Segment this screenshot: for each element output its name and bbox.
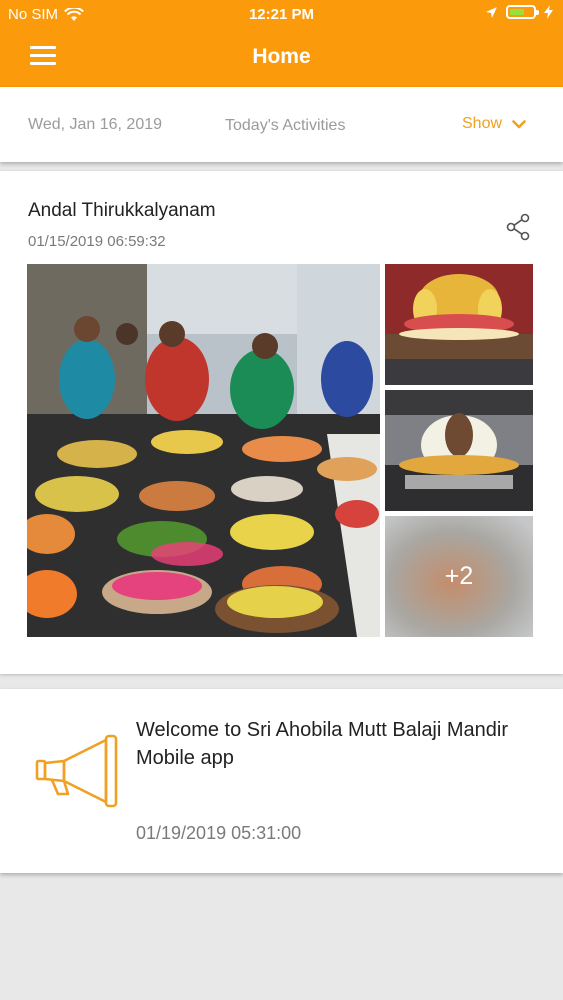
- post-timestamp: 01/15/2019 06:59:32: [28, 233, 166, 250]
- status-bar: No SIM 12:21 PM: [0, 0, 563, 30]
- page-title: Home: [252, 45, 311, 68]
- date-bar: Wed, Jan 16, 2019 Today's Activities Sho…: [0, 87, 563, 162]
- location-arrow-icon: [486, 6, 497, 18]
- activity-post-card[interactable]: Andal Thirukkalyanam 01/15/2019 06:59:32: [0, 171, 563, 674]
- todays-activities-label: Today's Activities: [225, 117, 346, 134]
- navigation-bar: Home: [0, 30, 563, 87]
- post-photo-3[interactable]: [385, 390, 533, 511]
- post-title: Andal Thirukkalyanam: [28, 200, 216, 221]
- show-label: Show: [462, 115, 503, 132]
- post-photo-2[interactable]: [385, 264, 533, 385]
- announcement-card[interactable]: Welcome to Sri Ahobila Mutt Balaji Mandi…: [0, 689, 563, 873]
- post-photo-main[interactable]: [27, 264, 380, 637]
- announcement-message: Welcome to Sri Ahobila Mutt Balaji Mandi…: [136, 719, 509, 769]
- announcement-timestamp: 01/19/2019 05:31:00: [136, 823, 302, 843]
- battery-icon: [506, 5, 539, 19]
- status-time: 12:21 PM: [248, 6, 315, 23]
- charging-bolt-icon: [544, 5, 553, 19]
- megaphone-icon: [35, 734, 118, 808]
- current-date: Wed, Jan 16, 2019: [28, 116, 163, 133]
- show-activities-button[interactable]: Show: [462, 115, 526, 133]
- share-icon[interactable]: [505, 213, 531, 241]
- more-photos-count: +2: [444, 562, 474, 590]
- app-header: No SIM 12:21 PM Home: [0, 0, 563, 87]
- post-photo-more[interactable]: +2: [385, 516, 533, 637]
- chevron-down-icon: [512, 119, 526, 128]
